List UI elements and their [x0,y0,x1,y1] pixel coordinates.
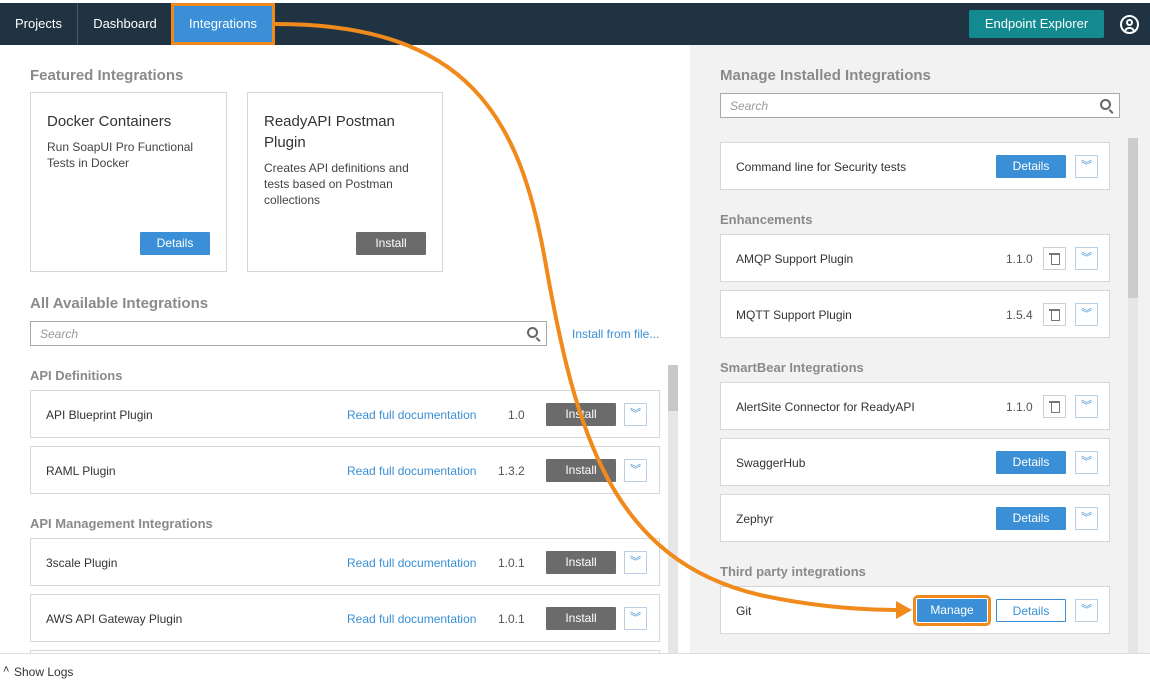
chevron-down-icon[interactable]: ︾ [1075,599,1098,622]
search-icon[interactable] [1100,99,1111,110]
read-doc-link[interactable]: Read full documentation [347,408,476,422]
version-label: 1.1.0 [1006,400,1033,414]
tab-projects[interactable]: Projects [0,3,78,45]
install-button[interactable]: Install [546,403,616,426]
left-panel: Featured Integrations Docker Containers … [0,45,690,653]
details-button[interactable]: Details [996,599,1066,622]
details-button[interactable]: Details [996,507,1066,530]
search-placeholder: Search [40,327,79,341]
tab-integrations[interactable]: Integrations [171,3,275,45]
version-label: 1.0.1 [498,612,525,626]
read-doc-link[interactable]: Read full documentation [347,612,476,626]
group-title-api-management: API Management Integrations [30,516,213,531]
integration-name: Zephyr [736,512,774,526]
read-doc-link[interactable]: Read full documentation [347,556,476,570]
list-item: AWS API Gateway Plugin Read full documen… [30,594,660,642]
double-chevron-up-icon[interactable]: ˄ [3,664,9,676]
card-title: Docker Containers [47,113,172,130]
list-item: Command line for Security tests Details … [720,142,1110,190]
version-label: 1.1.0 [1006,252,1033,266]
list-item: 3scale Plugin Read full documentation 1.… [30,538,660,586]
integration-name: AMQP Support Plugin [736,252,854,266]
integration-name: MQTT Support Plugin [736,308,852,322]
scrollbar-thumb[interactable] [668,365,678,411]
list-item: AMQP Support Plugin 1.1.0 ︾ [720,234,1110,282]
version-label: 1.3.2 [498,464,525,478]
list-item: Git Manage Details ︾ [720,586,1110,634]
all-available-title: All Available Integrations [30,295,209,312]
chevron-down-icon[interactable]: ︾ [1075,507,1098,530]
chevron-down-icon[interactable]: ︾ [624,607,647,630]
version-label: 1.0 [508,408,525,422]
install-button[interactable]: Install [546,551,616,574]
user-account-icon[interactable] [1120,15,1139,34]
scrollbar-thumb[interactable] [1128,138,1138,298]
right-panel: Manage Installed Integrations Search Com… [690,45,1150,653]
search-icon[interactable] [527,327,538,338]
version-label: 1.5.4 [1006,308,1033,322]
chevron-down-icon[interactable]: ︾ [1075,155,1098,178]
available-search-input[interactable]: Search [30,321,547,346]
list-item: MQTT Support Plugin 1.5.4 ︾ [720,290,1110,338]
manage-button[interactable]: Manage [913,595,991,626]
trash-icon[interactable] [1043,247,1066,270]
top-nav-bar: Projects Dashboard Integrations Endpoint… [0,0,1150,45]
trash-icon[interactable] [1043,395,1066,418]
integration-name: 3scale Plugin [46,556,118,570]
list-item: API Blueprint Plugin Read full documenta… [30,390,660,438]
featured-integrations-title: Featured Integrations [30,67,184,84]
details-button[interactable]: Details [996,155,1066,178]
show-logs-button[interactable]: Show Logs [14,665,73,679]
install-button[interactable]: Install [546,607,616,630]
endpoint-explorer-button[interactable]: Endpoint Explorer [969,10,1104,38]
chevron-down-icon[interactable]: ︾ [624,403,647,426]
group-title-smartbear: SmartBear Integrations [720,360,864,375]
featured-card-docker: Docker Containers Run SoapUI Pro Functio… [30,92,227,272]
group-title-third-party: Third party integrations [720,564,866,579]
chevron-down-icon[interactable]: ︾ [624,459,647,482]
integration-name: AlertSite Connector for ReadyAPI [736,400,915,414]
card-description: Run SoapUI Pro Functional Tests in Docke… [47,140,194,170]
chevron-down-icon[interactable]: ︾ [1075,395,1098,418]
trash-icon[interactable] [1043,303,1066,326]
group-title-enhancements: Enhancements [720,212,813,227]
chevron-down-icon[interactable]: ︾ [1075,451,1098,474]
postman-install-button[interactable]: Install [356,232,426,255]
install-button[interactable]: Install [546,459,616,482]
integration-name: SwaggerHub [736,456,806,470]
integration-name: Git [736,604,752,618]
integration-name: RAML Plugin [46,464,116,478]
docker-details-button[interactable]: Details [140,232,210,255]
install-from-file-link[interactable]: Install from file... [572,327,659,341]
details-button[interactable]: Details [996,451,1066,474]
right-scrollbar[interactable] [1128,138,1138,653]
integration-name: API Blueprint Plugin [46,408,153,422]
card-title: ReadyAPI Postman Plugin [264,113,395,151]
integration-name: Command line for Security tests [736,160,907,174]
list-item: RAML Plugin Read full documentation 1.3.… [30,446,660,494]
footer-bar: ˄ Show Logs [0,653,1150,682]
card-description: Creates API definitions and tests based … [264,161,409,207]
search-placeholder: Search [730,99,769,113]
manage-installed-title: Manage Installed Integrations [720,67,931,84]
chevron-down-icon[interactable]: ︾ [1075,247,1098,270]
left-scrollbar[interactable] [668,365,678,653]
chevron-down-icon[interactable]: ︾ [624,551,647,574]
group-title-api-definitions: API Definitions [30,368,123,383]
chevron-down-icon[interactable]: ︾ [1075,303,1098,326]
tab-dashboard[interactable]: Dashboard [79,3,171,45]
installed-search-input[interactable]: Search [720,93,1120,118]
list-item: AlertSite Connector for ReadyAPI 1.1.0 ︾ [720,382,1110,430]
featured-card-postman: ReadyAPI Postman Plugin Creates API defi… [247,92,443,272]
integration-name: AWS API Gateway Plugin [46,612,183,626]
read-doc-link[interactable]: Read full documentation [347,464,476,478]
version-label: 1.0.1 [498,556,525,570]
list-item: SwaggerHub Details ︾ [720,438,1110,486]
list-item: Zephyr Details ︾ [720,494,1110,542]
